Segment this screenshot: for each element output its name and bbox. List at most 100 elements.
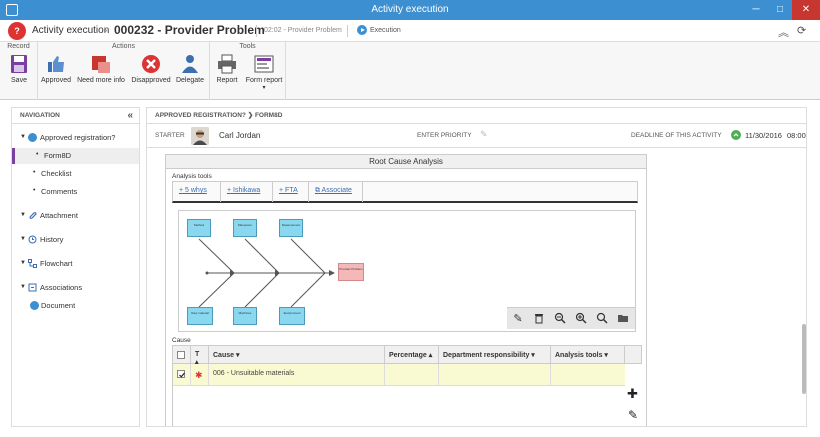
maximize-button[interactable]: □ [768,0,792,20]
edit-priority-icon[interactable]: ✎ [480,129,488,140]
collapse-navigation-icon[interactable]: « [127,110,133,121]
nav-label: Document [41,301,76,310]
nav-item-checklist[interactable]: • Checklist [12,166,139,182]
search-icon[interactable] [595,312,609,326]
starter-label: STARTER [155,132,185,139]
analysis-tools-label: Analysis tools [172,173,212,180]
app-logo-icon: ? [8,22,26,40]
disapproved-label: Disapproved [131,77,171,84]
nav-item-associations[interactable]: ▼ Associations [12,280,139,296]
effect-box[interactable]: Provider Problem [338,263,364,281]
delete-icon[interactable] [532,312,546,326]
expand-triangle-icon[interactable]: ▼ [20,260,26,266]
nav-label: Associations [40,283,83,292]
starter-name[interactable]: Carl Jordan [219,131,260,140]
form-report-button[interactable]: Form report ▾ [244,54,284,91]
nav-item-comments[interactable]: • Comments [12,184,139,200]
tab-associate[interactable]: ⧉ Associate [309,182,363,202]
save-button[interactable]: Save [4,54,34,84]
close-button[interactable]: ✕ [792,0,820,20]
row-department-cell [439,364,551,386]
column-label: Percentage [389,352,427,359]
nav-item-approved-registration[interactable]: ▼ Approved registration? [12,130,139,146]
select-all-header [173,346,191,364]
column-label: Department responsibility [443,352,530,359]
row-checkbox[interactable] [177,370,185,378]
column-header-cause[interactable]: Cause ▾ [209,346,385,364]
report-button[interactable]: Report [212,54,242,84]
minimize-button[interactable]: ─ [744,0,768,20]
group-title: Record [7,43,30,50]
nav-label: Approved registration? [40,133,116,142]
vertical-scrollbar[interactable] [802,324,806,394]
info-request-icon [90,54,112,74]
nav-item-form8d[interactable]: • Form8D [12,148,139,164]
history-icon [28,235,37,244]
chevron-down-icon[interactable]: ▾ [244,84,284,91]
tab-fta[interactable]: + FTA [273,182,309,202]
category-raw-material[interactable]: Raw material [187,307,213,325]
group-title: Tools [239,43,256,50]
column-header-department[interactable]: Department responsibility ▾ [439,346,551,364]
expand-triangle-icon[interactable]: ▼ [20,134,26,140]
need-more-info-button[interactable]: Need more info [76,54,126,84]
nav-label: History [40,235,64,244]
expand-triangle-icon[interactable]: ▼ [20,236,26,242]
tab-5-whys[interactable]: + 5 whys [173,182,221,202]
disapproved-button[interactable]: Disapproved [130,54,172,84]
navigation-header: NAVIGATION « [12,108,139,124]
report-label: Report [216,77,238,84]
category-method[interactable]: Method [187,219,211,237]
column-label: Cause [213,352,235,359]
nav-item-document[interactable]: Document [12,298,139,314]
disapproved-icon [140,54,162,74]
breadcrumb-activity-execution[interactable]: Activity execution [32,25,109,36]
row-percentage-cell [385,364,439,386]
divider [256,25,257,37]
nav-item-flowchart[interactable]: ▼ Flowchart [12,256,139,272]
row-cause-cell: 006 - Unsuitable materials [209,364,385,386]
category-manpower[interactable]: Manpower [233,219,257,237]
category-environment[interactable]: Environment [279,307,305,325]
zoom-in-icon[interactable] [574,312,588,326]
select-all-checkbox[interactable] [177,351,185,359]
refresh-icon[interactable]: ⟳ [797,24,806,37]
expand-triangle-icon[interactable]: ▼ [20,212,26,218]
deadline-label: DEADLINE OF THIS ACTIVITY [631,132,722,139]
play-icon [28,133,37,142]
table-row[interactable]: ✱ 006 - Unsuitable materials [173,364,625,386]
category-machines[interactable]: Machines [233,307,257,325]
tab-ishikawa[interactable]: + Ishikawa [221,182,273,202]
folder-icon[interactable] [616,312,630,326]
column-header-analysis-tools[interactable]: Analysis tools ▾ [551,346,625,364]
associations-icon [28,283,37,292]
panel-title: Root Cause Analysis [166,155,646,169]
nav-item-attachment[interactable]: ▼ Attachment [12,208,139,224]
nav-item-history[interactable]: ▼ History [12,232,139,248]
navigation-title: NAVIGATION [20,112,60,119]
edit-icon[interactable]: ✎ [628,408,638,422]
cause-table: T ▴ Cause ▾ Percentage ▴ Department resp… [172,345,643,426]
expand-triangle-icon[interactable]: ▼ [20,284,26,290]
edit-icon[interactable]: ✎ [511,312,525,326]
save-label: Save [11,77,27,84]
category-measurement[interactable]: Measurement [279,219,303,237]
approved-button[interactable]: Approved [38,54,74,84]
ishikawa-diagram: Method Manpower Measurement Raw material… [178,210,636,332]
column-header-type[interactable]: T ▴ [191,346,209,366]
group-title: Actions [112,43,135,50]
deadline-date: 11/30/2016 [745,131,782,140]
step-label: 02:02 - Provider Problem [264,27,342,34]
ribbon-group-actions: Actions Approved Need more info Disappro… [38,42,210,100]
nav-label: Form8D [44,151,72,160]
column-header-percentage[interactable]: Percentage ▴ [385,346,439,364]
add-icon[interactable]: ✚ [627,386,638,402]
nav-label: Attachment [40,211,78,220]
document-icon [30,301,39,310]
zoom-out-icon[interactable] [553,312,567,326]
breadcrumb: APPROVED REGISTRATION? ❯ FORM8D [147,108,806,124]
delegate-button[interactable]: Delegate [174,54,206,84]
collapse-icon[interactable]: ︽ [778,24,789,40]
priority-label: ENTER PRIORITY [417,132,472,139]
form-report-icon [253,54,275,74]
